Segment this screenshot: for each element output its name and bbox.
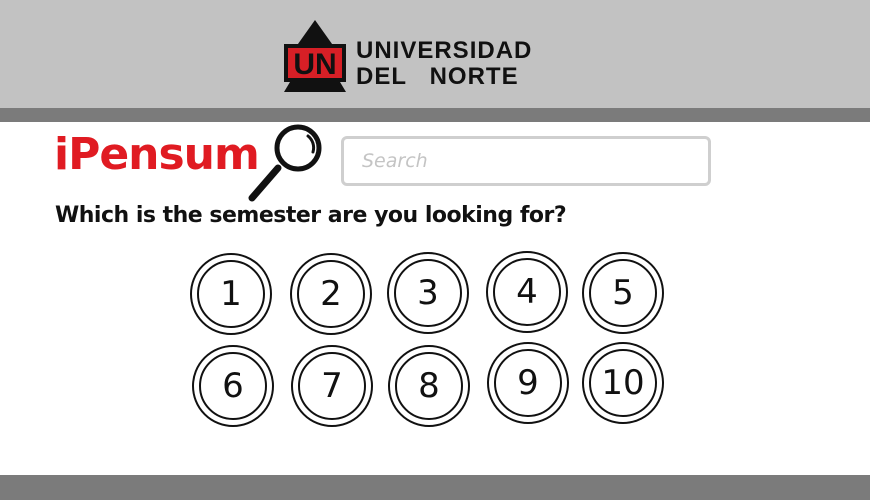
semester-button-8[interactable]: 8 (388, 345, 470, 427)
semester-number: 6 (222, 366, 244, 406)
semester-number: 9 (517, 363, 539, 403)
semester-button-4[interactable]: 4 (486, 251, 568, 333)
semester-button-6[interactable]: 6 (192, 345, 274, 427)
search-box[interactable] (341, 136, 711, 186)
university-logo: UN UNIVERSIDAD DEL NORTE (280, 18, 560, 98)
svg-text:UN: UN (293, 48, 336, 81)
app-title: iPensum (54, 129, 260, 180)
semester-question: Which is the semester are you looking fo… (55, 203, 567, 228)
header-divider (0, 108, 870, 122)
semester-button-9[interactable]: 9 (487, 342, 569, 424)
semester-button-1[interactable]: 1 (190, 253, 272, 335)
university-logo-mark: UN (284, 20, 346, 92)
semester-button-3[interactable]: 3 (387, 252, 469, 334)
semester-button-2[interactable]: 2 (290, 253, 372, 335)
logo-text-line-2: DEL NORTE (356, 63, 519, 90)
semester-button-10[interactable]: 10 (582, 342, 664, 424)
magnifier-icon (248, 124, 322, 202)
semester-number: 4 (516, 272, 538, 312)
semester-button-7[interactable]: 7 (291, 345, 373, 427)
logo-text-line-1: UNIVERSIDAD (356, 37, 533, 64)
semester-number: 8 (418, 366, 440, 406)
semester-number: 5 (612, 273, 634, 313)
semester-number: 2 (320, 274, 342, 314)
semester-number: 10 (601, 363, 645, 403)
footer-bar (0, 475, 870, 500)
semester-number: 1 (220, 274, 242, 314)
search-input[interactable] (344, 139, 708, 183)
header-bar: UN UNIVERSIDAD DEL NORTE (0, 0, 870, 108)
semester-number: 7 (321, 366, 343, 406)
semester-button-5[interactable]: 5 (582, 252, 664, 334)
semester-number: 3 (417, 273, 439, 313)
